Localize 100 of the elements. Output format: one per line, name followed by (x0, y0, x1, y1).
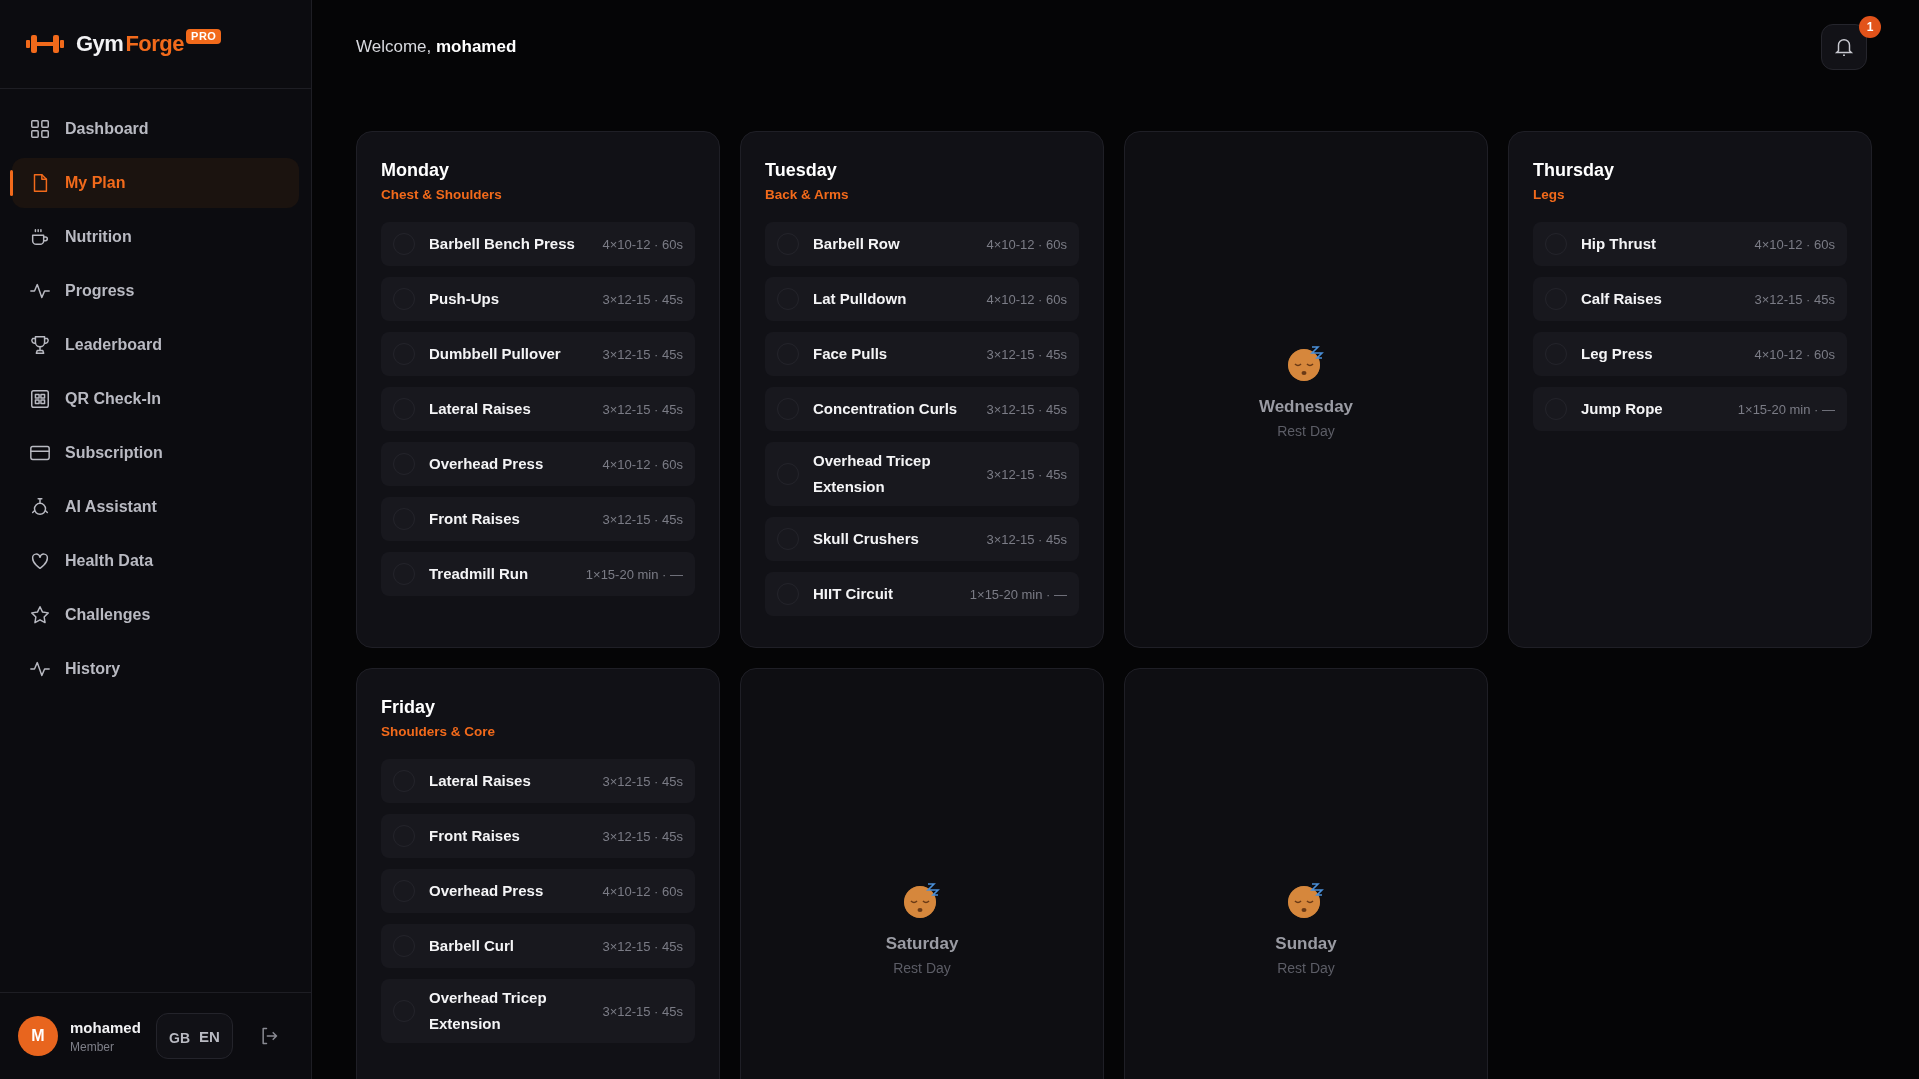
exercise-sets: 3×12-15 · 45s (602, 938, 683, 954)
sidebar-item[interactable]: Dashboard (12, 103, 299, 155)
day-title: Monday (381, 160, 450, 181)
exercise-row[interactable]: Overhead Tricep Extension 3×12-15 · 45s (765, 442, 1079, 506)
exercise-name: Lateral Raises (429, 771, 532, 791)
exercise-row[interactable]: Calf Raises 3×12-15 · 45s (1533, 277, 1847, 321)
exercise-name: Overhead Press (429, 454, 545, 474)
exercise-row[interactable]: Lateral Raises 3×12-15 · 45s (381, 387, 695, 431)
sidebar-item[interactable]: Leaderboard (12, 319, 299, 371)
day-focus: Legs (1533, 187, 1566, 202)
dumbbell-icon (26, 33, 64, 55)
exercise-sets: 4×10-12 · 60s (602, 236, 683, 252)
exercise-name: Barbell Bench Press (429, 234, 576, 254)
rest-day-label: Rest Day (1277, 422, 1335, 439)
star-icon (29, 604, 51, 626)
user-role: Member (70, 1040, 115, 1054)
exercise-row[interactable]: Overhead Tricep Extension 3×12-15 · 45s (381, 979, 695, 1043)
avatar: M (18, 1016, 58, 1056)
exercise-sets: 4×10-12 · 60s (986, 236, 1067, 252)
exercise-sets: 3×12-15 · 45s (602, 773, 683, 789)
exercise-row[interactable]: Lateral Raises 3×12-15 · 45s (381, 759, 695, 803)
exercise-row[interactable]: Front Raises 3×12-15 · 45s (381, 814, 695, 858)
sidebar-item[interactable]: My Plan (12, 158, 299, 208)
exercise-name: Lat Pulldown (813, 289, 908, 309)
exercise-row[interactable]: Overhead Press 4×10-12 · 60s (381, 442, 695, 486)
exercise-row[interactable]: Skull Crushers 3×12-15 · 45s (765, 517, 1079, 561)
exercise-sets: 3×12-15 · 45s (602, 346, 683, 362)
exercise-row[interactable]: HIIT Circuit 1×15-20 min · — (765, 572, 1079, 616)
exercise-sets: 3×12-15 · 45s (602, 401, 683, 417)
qr-code-icon (29, 388, 51, 410)
sidebar-item[interactable]: History (12, 643, 299, 695)
day-focus: Chest & Shoulders (381, 187, 503, 202)
heart-icon (29, 550, 51, 572)
exercise-row[interactable]: Hip Thrust 4×10-12 · 60s (1533, 222, 1847, 266)
day-title: Sunday (1275, 933, 1337, 954)
day-title: Thursday (1533, 160, 1616, 181)
exercise-sets: 3×12-15 · 45s (602, 291, 683, 307)
exercise-row[interactable]: Overhead Press 4×10-12 · 60s (381, 869, 695, 913)
exercise-sets: 4×10-12 · 60s (986, 291, 1067, 307)
rest-day-label: Rest Day (893, 959, 951, 976)
exercise-sets: 1×15-20 min · — (969, 586, 1067, 602)
exercise-row[interactable]: Barbell Bench Press 4×10-12 · 60s (381, 222, 695, 266)
sidebar-item[interactable]: Subscription (12, 427, 299, 479)
exercise-sets: 1×15-20 min · — (585, 566, 683, 582)
sidebar-item[interactable]: Health Data (12, 535, 299, 587)
rest-day-label: Rest Day (1277, 959, 1335, 976)
exercise-row[interactable]: Jump Rope 1×15-20 min · — (1533, 387, 1847, 431)
exercise-row[interactable]: Front Raises 3×12-15 · 45s (381, 497, 695, 541)
day-focus: Shoulders & Core (381, 724, 497, 739)
exercise-name: Hip Thrust (1581, 234, 1657, 254)
sidebar-item[interactable]: AI Assistant (12, 481, 299, 533)
notification-button[interactable] (1821, 23, 1867, 70)
exercise-name: Leg Press (1581, 344, 1654, 364)
exercise-sets: 3×12-15 · 45s (986, 531, 1067, 547)
language-switcher[interactable]: GB EN (156, 1013, 233, 1059)
day-focus: Back & Arms (765, 187, 850, 202)
exercise-row[interactable]: Face Pulls 3×12-15 · 45s (765, 332, 1079, 376)
sidebar-item[interactable]: Challenges (12, 589, 299, 641)
day-title: Saturday (885, 933, 959, 954)
sidebar-item[interactable]: QR Check-In (12, 373, 299, 425)
exercise-sets: 3×12-15 · 45s (602, 828, 683, 844)
exercise-sets: 3×12-15 · 45s (986, 346, 1067, 362)
exercise-name: Overhead Tricep Extension (813, 451, 932, 497)
exercise-name: Push-Ups (429, 289, 500, 309)
exercise-row[interactable]: Leg Press 4×10-12 · 60s (1533, 332, 1847, 376)
exercise-row[interactable]: Lat Pulldown 4×10-12 · 60s (765, 277, 1079, 321)
welcome-text: Welcome, mohamed (356, 36, 517, 57)
exercise-sets: 4×10-12 · 60s (1754, 346, 1835, 362)
exercise-name: Barbell Row (813, 234, 901, 254)
exercise-sets: 3×12-15 · 45s (602, 511, 683, 527)
exercise-row[interactable]: Barbell Row 4×10-12 · 60s (765, 222, 1079, 266)
exercise-name: Skull Crushers (813, 529, 920, 549)
exercise-name: Barbell Curl (429, 936, 516, 956)
exercise-name: HIIT Circuit (813, 584, 894, 604)
brand-logo: GymForge PRO (76, 29, 222, 59)
exercise-sets: 3×12-15 · 45s (986, 466, 1067, 482)
exercise-name: Front Raises (429, 826, 521, 846)
exercise-sets: 4×10-12 · 60s (1754, 236, 1835, 252)
user-name: mohamed (70, 1018, 142, 1037)
exercise-name: Overhead Tricep Extension (429, 988, 548, 1034)
exercise-row[interactable]: Concentration Curls 3×12-15 · 45s (765, 387, 1079, 431)
exercise-name: Concentration Curls (813, 399, 959, 419)
exercise-name: Lateral Raises (429, 399, 532, 419)
exercise-row[interactable]: Dumbbell Pullover 3×12-15 · 45s (381, 332, 695, 376)
exercise-row[interactable]: Treadmill Run 1×15-20 min · — (381, 552, 695, 596)
exercise-sets: 3×12-15 · 45s (1754, 291, 1835, 307)
sidebar-item[interactable]: Nutrition (12, 211, 299, 263)
exercise-name: Jump Rope (1581, 399, 1664, 419)
cup-icon (29, 226, 51, 248)
day-title: Friday (381, 697, 437, 718)
exercise-name: Dumbbell Pullover (429, 344, 562, 364)
exercise-sets: 4×10-12 · 60s (602, 456, 683, 472)
exercise-row[interactable]: Push-Ups 3×12-15 · 45s (381, 277, 695, 321)
exercise-name: Treadmill Run (429, 564, 530, 584)
exercise-name: Front Raises (429, 509, 521, 529)
exercise-sets: 3×12-15 · 45s (986, 401, 1067, 417)
exercise-row[interactable]: Barbell Curl 3×12-15 · 45s (381, 924, 695, 968)
day-title: Tuesday (765, 160, 838, 181)
exercise-sets: 3×12-15 · 45s (602, 1003, 683, 1019)
sidebar-item[interactable]: Progress (12, 265, 299, 317)
